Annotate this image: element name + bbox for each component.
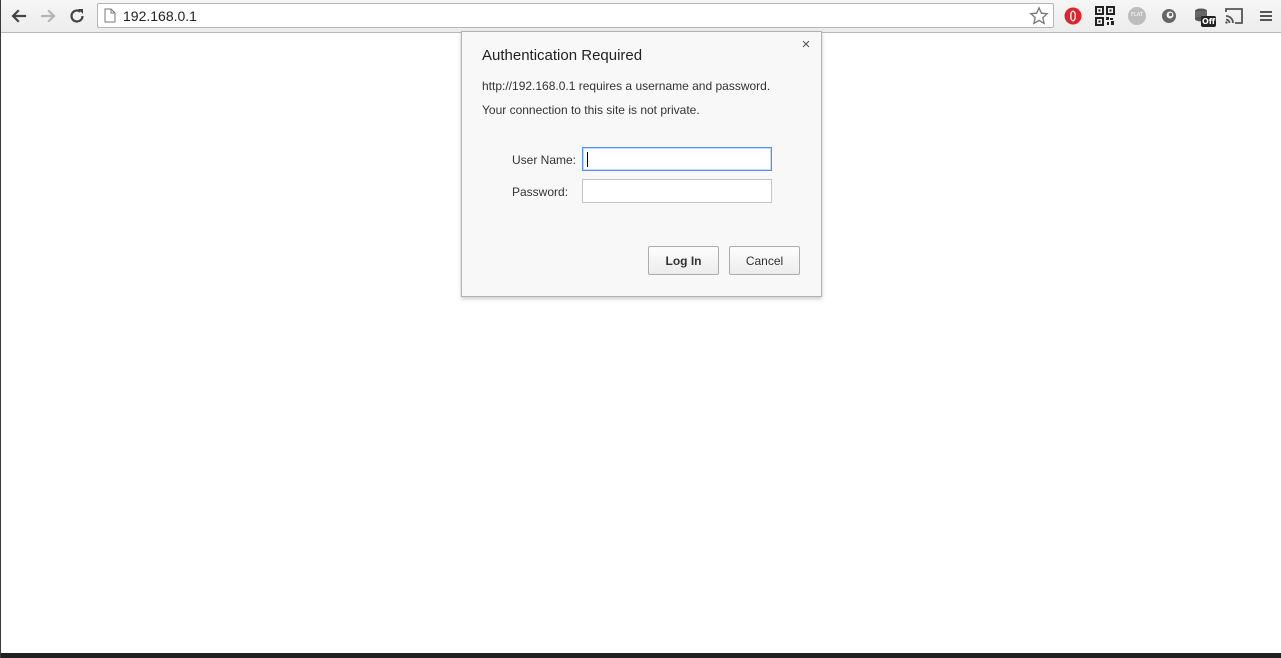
page-icon [104,8,116,23]
flat-extension-button[interactable]: FLAT [1126,5,1148,27]
cast-icon [1225,8,1243,24]
star-icon[interactable] [1029,6,1049,26]
dialog-title: Authentication Required [482,47,643,64]
text-caret [587,152,588,167]
forward-arrow-icon [40,9,56,23]
off-label: Off [1202,17,1216,26]
dialog-message-privacy: Your connection to this site is not priv… [482,103,700,117]
qr-code-icon [1095,6,1115,26]
authentication-dialog: Authentication Required × http://192.168… [461,31,822,297]
qr-extension-button[interactable] [1094,5,1116,27]
back-arrow-icon [11,9,27,23]
password-label: Password: [512,185,569,199]
log-in-button[interactable]: Log In [648,246,719,275]
hamburger-menu-icon [1260,11,1272,21]
address-bar[interactable]: 192.168.0.1 [97,3,1054,28]
username-field[interactable] [582,147,772,171]
eye-extension-button[interactable] [1158,5,1180,27]
back-button[interactable] [7,4,31,28]
cancel-button[interactable]: Cancel [729,246,800,275]
reload-button[interactable] [65,4,89,28]
taskbar-edge [1,653,1281,658]
off-extension-button[interactable]: Off [1191,5,1217,27]
flat-label: FLAT [1131,12,1143,18]
password-field[interactable] [582,179,772,203]
address-url[interactable]: 192.168.0.1 [123,8,197,24]
eye-icon [1162,9,1176,23]
username-label: User Name: [512,153,577,167]
browser-toolbar: 192.168.0.1 FLAT Off [1,0,1281,33]
chrome-menu-button[interactable] [1255,5,1277,27]
reload-icon [70,9,84,23]
opera-extension-button[interactable] [1062,5,1084,27]
forward-button[interactable] [36,4,60,28]
dialog-message-url: http://192.168.0.1 requires a username a… [482,79,771,93]
opera-icon [1064,7,1082,25]
cast-button[interactable] [1223,5,1245,27]
close-icon[interactable]: × [799,37,813,52]
browser-window: 192.168.0.1 FLAT Off Authentication Requ… [0,0,1281,658]
